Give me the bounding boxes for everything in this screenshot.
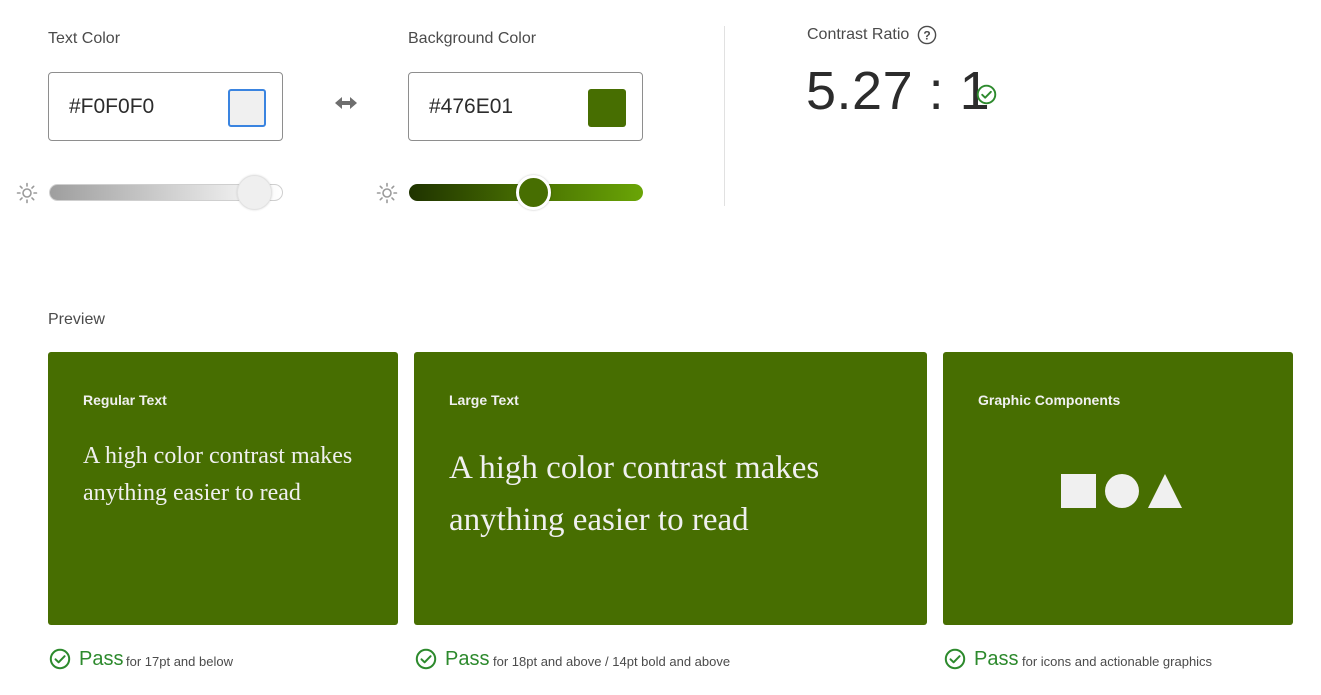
large-text-result: Pass for 18pt and above / 14pt bold and … (415, 647, 915, 673)
check-circle-icon (49, 648, 71, 670)
background-color-field[interactable] (408, 72, 643, 141)
graphic-components-title: Graphic Components (978, 392, 1121, 408)
text-color-input[interactable] (69, 91, 209, 123)
regular-text-title: Regular Text (83, 392, 167, 408)
graphic-components-result: Pass for icons and actionable graphics (944, 647, 1284, 673)
check-circle-icon (976, 84, 997, 105)
regular-text-card: Regular Text A high color contrast makes… (48, 352, 398, 625)
background-color-swatch[interactable] (588, 89, 626, 127)
text-brightness-handle[interactable] (237, 175, 272, 210)
large-text-title: Large Text (449, 392, 519, 408)
triangle-shape (1148, 474, 1182, 508)
question-circle-icon[interactable]: ? (917, 25, 937, 45)
graphic-components-pass: Pass (974, 648, 1019, 670)
check-circle-icon (944, 648, 966, 670)
graphic-components-card: Graphic Components (943, 352, 1293, 625)
left-right-arrow-icon[interactable] (333, 93, 359, 113)
regular-text-pass: Pass (79, 648, 124, 670)
circle-shape (1105, 474, 1139, 508)
large-text-sample: A high color contrast makes anything eas… (449, 450, 820, 538)
large-text-criteria: for 18pt and above / 14pt bold and above (493, 654, 731, 669)
svg-text:?: ? (923, 29, 930, 43)
contrast-ratio-label: Contrast Ratio (807, 26, 910, 43)
contrast-ratio-value: 5.27 : 1 (806, 61, 991, 121)
section-divider (724, 26, 725, 206)
graphic-shapes (1061, 474, 1182, 508)
sun-icon (16, 182, 38, 204)
text-color-label: Text Color (48, 30, 121, 47)
check-circle-icon (415, 648, 437, 670)
background-color-label: Background Color (408, 30, 537, 47)
preview-label: Preview (48, 311, 105, 328)
regular-text-result: Pass for 17pt and below (49, 647, 389, 673)
large-text-card: Large Text A high color contrast makes a… (414, 352, 927, 625)
regular-text-sample: A high color contrast makes anything eas… (83, 443, 353, 506)
square-shape (1061, 474, 1096, 508)
large-text-pass: Pass (445, 648, 490, 670)
text-color-swatch[interactable] (228, 89, 266, 127)
background-color-input[interactable] (429, 91, 569, 123)
background-brightness-handle[interactable] (516, 175, 551, 210)
sun-icon (376, 182, 398, 204)
graphic-components-criteria: for icons and actionable graphics (1022, 654, 1213, 669)
regular-text-criteria: for 17pt and below (126, 654, 233, 669)
text-color-field[interactable] (48, 72, 283, 141)
